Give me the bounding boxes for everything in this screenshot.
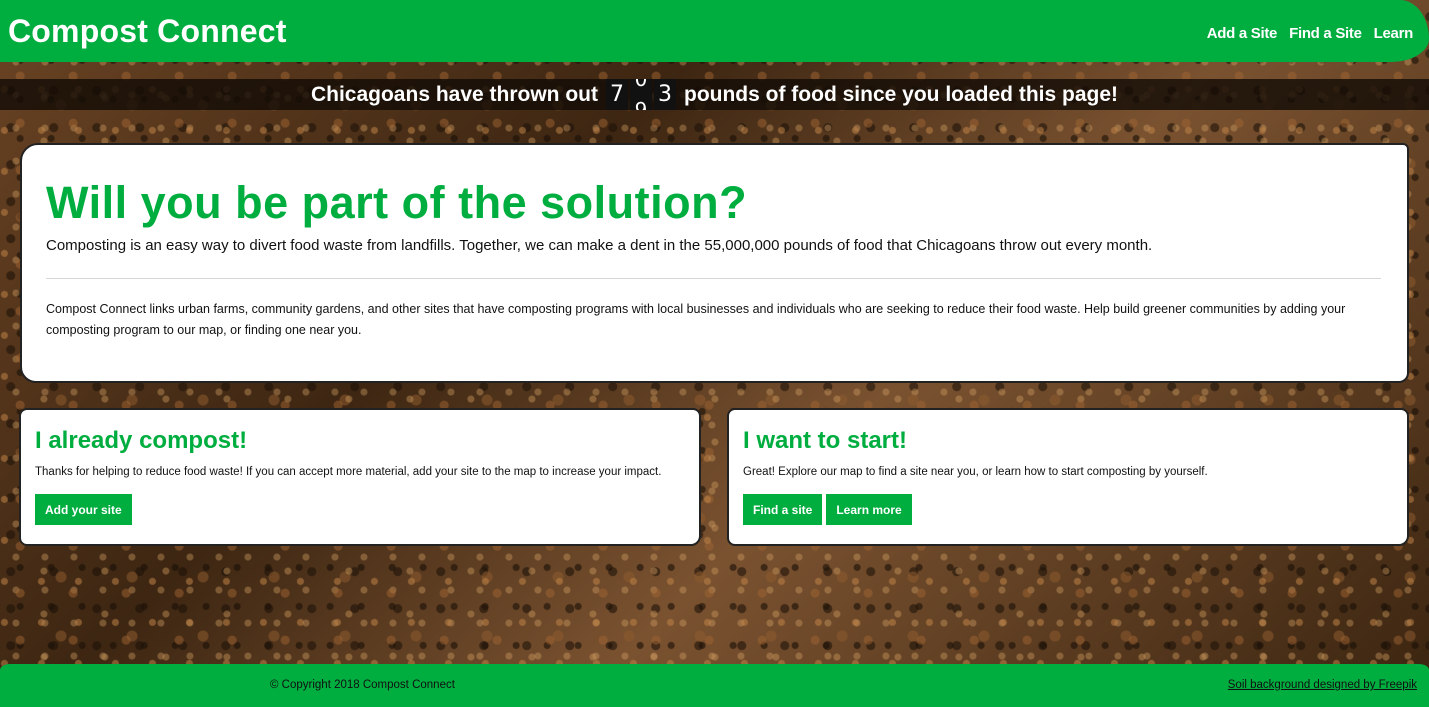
find-a-site-button[interactable]: Find a site: [743, 494, 823, 525]
already-compost-title: I already compost!: [35, 427, 248, 454]
nav-find-site-link[interactable]: Find a Site: [1289, 25, 1362, 42]
ticker-counter: 7 0 9 3: [606, 79, 676, 110]
want-to-start-actions: Find a site Learn more: [743, 494, 1393, 525]
hero-title: Will you be part of the solution?: [46, 177, 748, 228]
nav-add-site-link[interactable]: Add a Site: [1207, 25, 1278, 42]
nav-learn-link[interactable]: Learn: [1374, 25, 1414, 42]
hero-body: Compost Connect links urban farms, commu…: [46, 302, 1346, 337]
ticker-prefix: Chicagoans have thrown out: [310, 82, 598, 106]
food-waste-ticker: Chicagoans have thrown out 7 0 9 3 pound…: [0, 79, 1429, 110]
add-your-site-button[interactable]: Add your site: [35, 494, 132, 525]
footer-credit-link[interactable]: Soil background designed by Freepik: [1228, 679, 1417, 691]
want-to-start-text: Great! Explore our map to find a site ne…: [743, 466, 1208, 478]
already-compost-actions: Add your site: [35, 494, 685, 525]
want-to-start-card: I want to start! Great! Explore our map …: [727, 408, 1409, 546]
already-compost-text: Thanks for helping to reduce food waste!…: [35, 466, 662, 478]
hero-card: Will you be part of the solution? Compos…: [20, 143, 1409, 383]
learn-more-button[interactable]: Learn more: [826, 494, 912, 525]
brand-logo-text[interactable]: Compost Connect: [8, 13, 287, 50]
counter-digit-rolling: 0 9: [630, 79, 652, 110]
counter-digit: 7: [606, 79, 628, 110]
already-compost-card: I already compost! Thanks for helping to…: [19, 408, 701, 546]
ticker-suffix: pounds of food since you loaded this pag…: [684, 82, 1119, 106]
want-to-start-title: I want to start!: [743, 427, 908, 454]
main-nav: Add a Site Find a Site Learn: [1207, 25, 1414, 42]
hero-lead: Composting is an easy way to divert food…: [46, 237, 1153, 254]
hero-divider: [46, 278, 1381, 279]
site-footer: © Copyright 2018 Compost Connect Soil ba…: [0, 664, 1429, 707]
footer-copyright: © Copyright 2018 Compost Connect: [270, 679, 455, 691]
counter-digit: 3: [654, 79, 676, 110]
site-header: Compost Connect Add a Site Find a Site L…: [0, 0, 1429, 62]
